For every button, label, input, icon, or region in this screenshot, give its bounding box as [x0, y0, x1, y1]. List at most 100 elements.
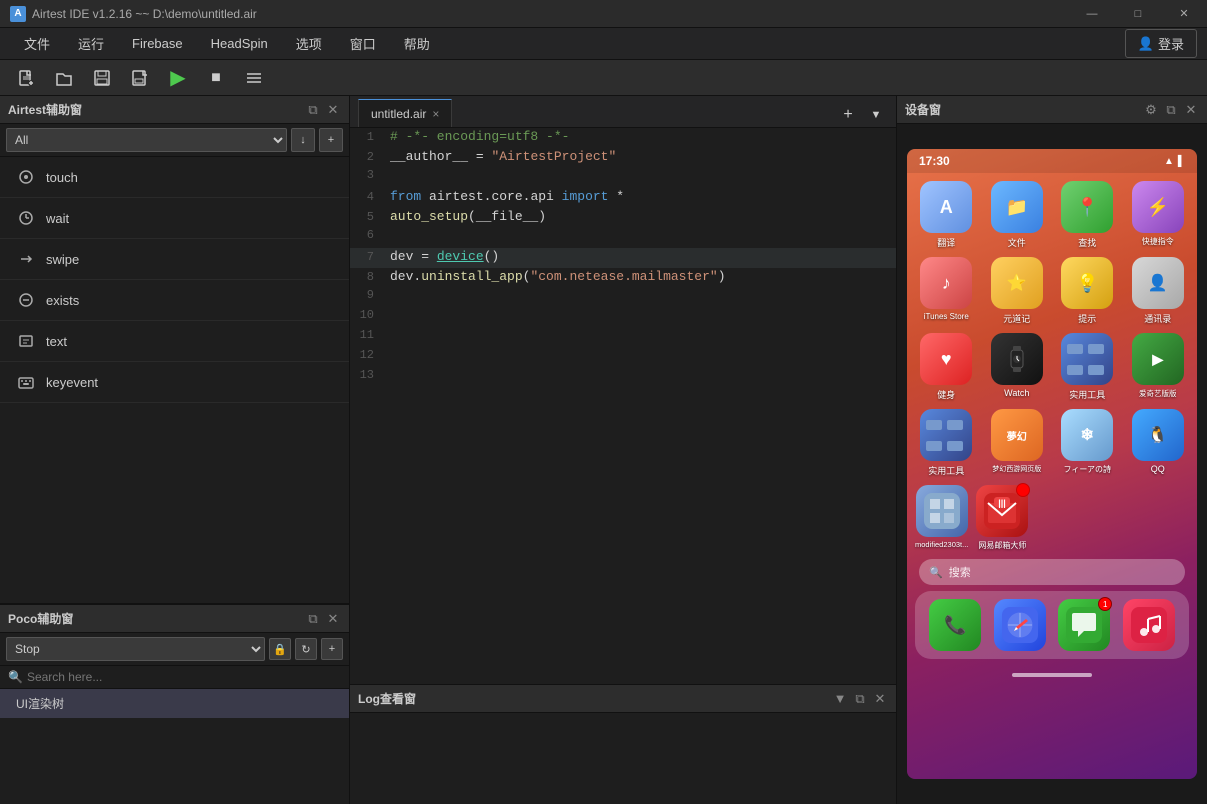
- code-editor[interactable]: 1 # -*- encoding=utf8 -*- 2 __author__ =…: [350, 128, 896, 684]
- log-close-button[interactable]: ✕: [872, 691, 888, 707]
- open-button[interactable]: [52, 66, 76, 90]
- code-line-7: 7 dev = device(): [350, 248, 896, 268]
- app-shortcut[interactable]: ⚡ 快捷指令: [1127, 181, 1190, 249]
- log-undock-button[interactable]: ⧉: [852, 691, 868, 707]
- airtest-undock-button[interactable]: ⧉: [305, 102, 321, 118]
- airtest-close-button[interactable]: ✕: [325, 102, 341, 118]
- poco-search-row: 🔍: [0, 666, 349, 689]
- game-icon: 夢幻: [991, 409, 1043, 461]
- app-icon: A: [10, 6, 26, 22]
- dock-message[interactable]: 1: [1058, 599, 1110, 651]
- log-panel-title: Log查看窗: [358, 690, 416, 707]
- app-utils2[interactable]: 实用工具: [915, 409, 978, 477]
- code-line-12: 12: [350, 348, 896, 368]
- tab-untitled[interactable]: untitled.air ×: [358, 99, 452, 127]
- app-aiqiyi[interactable]: ▶ 爱奇艺版版: [1127, 333, 1190, 401]
- menu-window[interactable]: 窗口: [336, 30, 390, 57]
- poco-panel-title: Poco辅助窗: [8, 610, 73, 627]
- new-file-button[interactable]: [14, 66, 38, 90]
- saveas-button[interactable]: [128, 66, 152, 90]
- poco-panel-header: Poco辅助窗 ⧉ ✕: [0, 605, 349, 633]
- window-title: Airtest IDE v1.2.16 ~~ D:\demo\untitled.…: [32, 7, 257, 21]
- snow-icon: ❄: [1061, 409, 1113, 461]
- device-close-button[interactable]: ✕: [1183, 102, 1199, 118]
- airtest-panel-header: Airtest辅助窗 ⧉ ✕: [0, 96, 349, 124]
- poco-mode-select[interactable]: Stop: [6, 637, 265, 661]
- tab-dropdown-button[interactable]: ▼: [864, 103, 888, 127]
- airtest-add-button[interactable]: +: [319, 128, 343, 152]
- home-indicator[interactable]: [907, 663, 1197, 687]
- dock-phone[interactable]: 📞: [929, 599, 981, 651]
- app-game[interactable]: 夢幻 梦幻西游网页版: [986, 409, 1049, 477]
- menu-icon-button[interactable]: [242, 66, 266, 90]
- poco-lock-button[interactable]: 🔒: [269, 638, 291, 660]
- app-modified[interactable]: modified2303t...: [915, 485, 968, 551]
- menu-help[interactable]: 帮助: [390, 30, 444, 57]
- device-settings-button[interactable]: ⚙: [1143, 102, 1159, 118]
- app-files[interactable]: 📁 文件: [986, 181, 1049, 249]
- dock-safari[interactable]: [994, 599, 1046, 651]
- app-find[interactable]: 📍 查找: [1056, 181, 1119, 249]
- poco-search-input[interactable]: [27, 670, 341, 684]
- app-snow[interactable]: ❄ フィーアの詩: [1056, 409, 1119, 477]
- phone-search-icon: 🔍: [929, 566, 943, 579]
- stop-button[interactable]: ■: [204, 66, 228, 90]
- airtest-item-keyevent[interactable]: keyevent: [0, 362, 349, 403]
- modified-label: modified2303t...: [915, 540, 968, 549]
- poco-refresh-button[interactable]: ↻: [295, 638, 317, 660]
- poco-undock-button[interactable]: ⧉: [305, 611, 321, 627]
- app-memo[interactable]: ⭐ 元道记: [986, 257, 1049, 325]
- close-button[interactable]: ✕: [1161, 0, 1207, 28]
- qq-icon: 🐧: [1132, 409, 1184, 461]
- app-contacts[interactable]: 👤 通讯录: [1127, 257, 1190, 325]
- menu-file[interactable]: 文件: [10, 30, 64, 57]
- game-label: 梦幻西游网页版: [992, 464, 1041, 474]
- menu-firebase[interactable]: Firebase: [118, 32, 197, 55]
- app-mail[interactable]: ||| 网易邮箱大师: [976, 485, 1028, 551]
- app-grid: A 翻译 📁 文件 📍 查找 ⚡ 快捷指令: [907, 173, 1197, 485]
- device-undock-button[interactable]: ⧉: [1163, 102, 1179, 118]
- airtest-item-wait[interactable]: wait: [0, 198, 349, 239]
- log-content: [350, 713, 896, 804]
- tab-close-button[interactable]: ×: [432, 107, 439, 121]
- airtest-download-button[interactable]: ↓: [291, 128, 315, 152]
- poco-tree-item[interactable]: UI渲染树: [0, 689, 349, 718]
- airtest-text-label: text: [46, 334, 67, 349]
- app-tips[interactable]: 💡 提示: [1056, 257, 1119, 325]
- airtest-filter-select[interactable]: All: [6, 128, 287, 152]
- log-filter-button[interactable]: ▼: [832, 691, 848, 707]
- app-qq[interactable]: 🐧 QQ: [1127, 409, 1190, 477]
- airtest-exists-label: exists: [46, 293, 79, 308]
- airtest-item-text[interactable]: text: [0, 321, 349, 362]
- airtest-item-swipe[interactable]: swipe: [0, 239, 349, 280]
- find-icon: 📍: [1061, 181, 1113, 233]
- phone-screen[interactable]: 17:30 ▲ ▌ A 翻译 📁 文件: [907, 149, 1197, 779]
- maximize-button[interactable]: □: [1115, 0, 1161, 28]
- app-body[interactable]: ♥ 健身: [915, 333, 978, 401]
- body-label: 健身: [937, 388, 955, 401]
- phone-app-icon: 📞: [929, 599, 981, 651]
- poco-add-button[interactable]: +: [321, 638, 343, 660]
- modified-icon: [916, 485, 968, 537]
- menu-headspin[interactable]: HeadSpin: [197, 32, 282, 55]
- app-watch[interactable]: Watch: [986, 333, 1049, 401]
- qq-label: QQ: [1151, 464, 1165, 474]
- airtest-item-exists[interactable]: exists: [0, 280, 349, 321]
- minimize-button[interactable]: —: [1069, 0, 1115, 28]
- snow-label: フィーアの詩: [1063, 464, 1111, 475]
- airtest-item-touch[interactable]: touch: [0, 157, 349, 198]
- run-button[interactable]: ▶: [166, 66, 190, 90]
- app-itunes[interactable]: ♪ iTunes Store: [915, 257, 978, 325]
- menu-run[interactable]: 运行: [64, 30, 118, 57]
- save-button[interactable]: [90, 66, 114, 90]
- safari-icon: [994, 599, 1046, 651]
- mail-badge: [1016, 483, 1030, 497]
- login-button[interactable]: 👤 登录: [1125, 29, 1197, 58]
- dock-music[interactable]: [1123, 599, 1175, 651]
- poco-close-button[interactable]: ✕: [325, 611, 341, 627]
- app-translate[interactable]: A 翻译: [915, 181, 978, 249]
- menu-options[interactable]: 选项: [282, 30, 336, 57]
- phone-search-bar[interactable]: 🔍 搜索: [919, 559, 1185, 585]
- new-tab-button[interactable]: +: [836, 103, 860, 127]
- app-tools[interactable]: 实用工具: [1056, 333, 1119, 401]
